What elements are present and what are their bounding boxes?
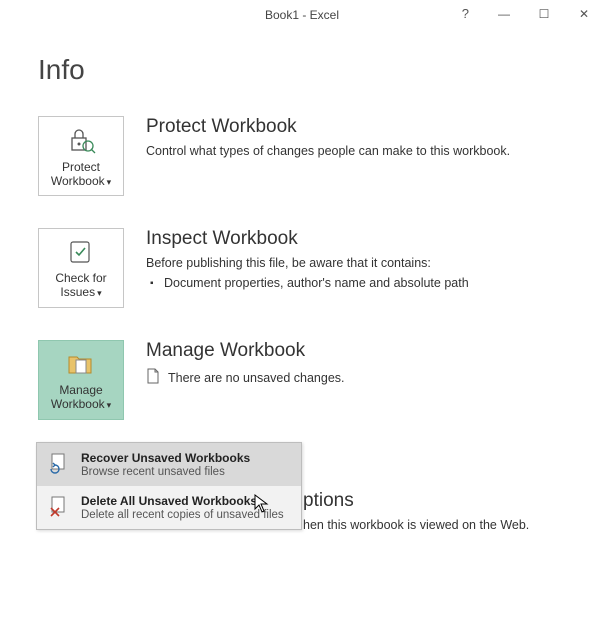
titlebar: Book1 - Excel ? — ☐ ✕ [0, 0, 604, 30]
cursor-icon [254, 494, 270, 519]
inspect-desc: Before publishing this file, be aware th… [146, 256, 584, 270]
inspect-text: Inspect Workbook Before publishing this … [146, 228, 584, 308]
manage-button-label: Manage Workbook▾ [41, 383, 121, 412]
section-manage: Manage Workbook▾ Manage Workbook There a… [0, 322, 604, 434]
recover-title: Recover Unsaved Workbooks [81, 451, 250, 465]
inspect-heading: Inspect Workbook [146, 228, 584, 250]
manage-status: There are no unsaved changes. [146, 368, 584, 387]
window-title: Book1 - Excel [265, 8, 339, 22]
manage-workbook-button[interactable]: Manage Workbook▾ [38, 340, 124, 420]
check-icon [66, 239, 96, 265]
close-button[interactable]: ✕ [564, 0, 604, 28]
window-controls: — ☐ ✕ [484, 0, 604, 28]
protect-workbook-button[interactable]: Protect Workbook▾ [38, 116, 124, 196]
chevron-down-icon: ▾ [107, 400, 112, 410]
protect-desc: Control what types of changes people can… [146, 144, 584, 158]
inspect-bullet: Document properties, author's name and a… [164, 276, 584, 290]
manage-status-text: There are no unsaved changes. [168, 371, 345, 385]
menu-item-text: Recover Unsaved Workbooks Browse recent … [81, 451, 250, 478]
chevron-down-icon: ▾ [107, 177, 112, 187]
manage-heading: Manage Workbook [146, 340, 584, 362]
maximize-button[interactable]: ☐ [524, 0, 564, 28]
protect-button-label: Protect Workbook▾ [41, 160, 121, 189]
browser-desc-fragment: hen this workbook is viewed on the Web. [303, 518, 529, 532]
browser-heading-fragment: ptions [303, 490, 354, 512]
check-issues-button[interactable]: Check for Issues▾ [38, 228, 124, 308]
check-button-label: Check for Issues▾ [41, 271, 121, 300]
help-button[interactable]: ? [462, 6, 469, 21]
delete-icon [47, 494, 71, 518]
protect-text: Protect Workbook Control what types of c… [146, 116, 584, 196]
lock-icon [66, 126, 96, 154]
section-protect: Protect Workbook▾ Protect Workbook Contr… [0, 98, 604, 210]
document-icon [146, 368, 160, 387]
chevron-down-icon: ▾ [97, 288, 102, 298]
manage-text: Manage Workbook There are no unsaved cha… [146, 340, 584, 420]
folder-file-icon [66, 351, 96, 377]
protect-heading: Protect Workbook [146, 116, 584, 138]
recover-sub: Browse recent unsaved files [81, 466, 250, 478]
section-inspect: Check for Issues▾ Inspect Workbook Befor… [0, 210, 604, 322]
recover-icon [47, 451, 71, 475]
menu-recover-unsaved[interactable]: Recover Unsaved Workbooks Browse recent … [37, 443, 301, 486]
minimize-button[interactable]: — [484, 0, 524, 28]
page-title: Info [38, 54, 604, 86]
